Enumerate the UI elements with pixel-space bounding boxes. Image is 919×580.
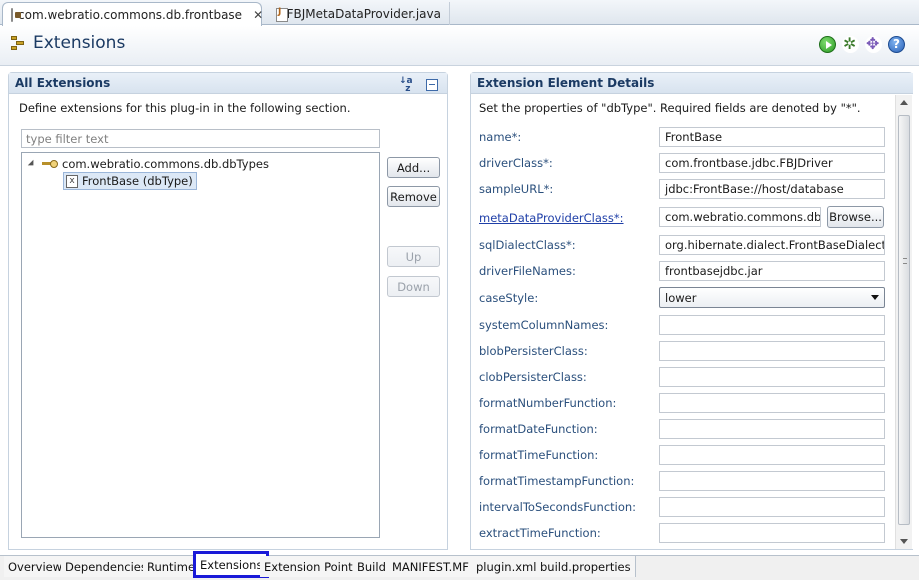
field-label-format-timestamp-function: formatTimestampFunction: (479, 474, 635, 488)
sample-url-field[interactable]: jdbc:FrontBase://host/database (659, 179, 885, 199)
case-style-select[interactable]: lower (659, 287, 885, 308)
extract-time-function-field[interactable] (659, 523, 885, 543)
tree-item-extension[interactable]: com.webratio.commons.db.dbTypes (27, 157, 269, 171)
tab-overview[interactable]: Overview (4, 556, 68, 577)
section-header: Extension Element Details (471, 73, 913, 94)
field-label-clob-persister-class: clobPersisterClass: (479, 370, 587, 384)
page-title: Extensions (10, 33, 125, 53)
collapse-all-icon[interactable] (426, 79, 438, 91)
tab-build-properties[interactable]: build.properties (536, 556, 636, 577)
sql-dialect-class-field[interactable]: org.hibernate.dialect.FrontBaseDialect (659, 235, 885, 255)
tab-dependencies[interactable]: Dependencies (61, 556, 152, 577)
field-label-sql-dialect-class: sqlDialectClass*: (479, 238, 576, 252)
filter-input[interactable] (21, 129, 380, 148)
section-description: Define extensions for this plug-in in th… (19, 101, 351, 115)
format-number-function-field[interactable] (659, 393, 885, 413)
field-label-format-number-function: formatNumberFunction: (479, 396, 617, 410)
extension-point-icon (42, 159, 58, 169)
section-title: All Extensions (15, 76, 111, 90)
editor-tab-label: com.webratio.commons.db.frontbase (18, 7, 243, 22)
format-timestamp-function-field[interactable] (659, 471, 885, 491)
scroll-up-icon[interactable] (900, 100, 908, 105)
tab-extensions[interactable]: Extensions (193, 551, 270, 578)
tree-item-label: FrontBase (dbType) (82, 174, 193, 188)
system-column-names-field[interactable] (659, 315, 885, 335)
field-label-extract-time-function: extractTimeFunction: (479, 526, 601, 540)
down-button[interactable]: Down (387, 276, 440, 297)
metadata-provider-class-field[interactable]: com.webratio.commons.db.f (659, 207, 821, 227)
format-date-function-field[interactable] (659, 419, 885, 439)
field-label-format-date-function: formatDateFunction: (479, 422, 598, 436)
field-label-system-column-names: systemColumnNames: (479, 318, 609, 332)
section-header: All Extensions ↓a z (9, 73, 447, 94)
extension-element-details-section: Extension Element Details Set the proper… (470, 72, 913, 550)
format-time-function-field[interactable] (659, 445, 885, 465)
extensions-tree[interactable]: com.webratio.commons.db.dbTypes x FrontB… (21, 152, 380, 538)
editor-tab-plugin-manifest[interactable]: com.webratio.commons.db.frontbase ✕ (2, 2, 263, 26)
tree-item-label: com.webratio.commons.db.dbTypes (62, 157, 269, 171)
interval-to-seconds-function-field[interactable] (659, 497, 885, 517)
page-title-text: Extensions (33, 33, 126, 53)
driver-class-field[interactable]: com.frontbase.jdbc.FBJDriver (659, 153, 885, 173)
field-label-driver-file-names: driverFileNames: (479, 264, 576, 278)
header-actions: ? (819, 34, 905, 53)
editor-tab-strip: com.webratio.commons.db.frontbase ✕ FBJM… (0, 0, 919, 26)
driver-file-names-field[interactable]: frontbasejdbc.jar (659, 261, 885, 281)
metadata-provider-class-link[interactable]: metaDataProviderClass*: (479, 211, 624, 225)
plugin-manifest-icon (11, 7, 21, 22)
debug-icon[interactable] (842, 34, 859, 53)
vertical-scrollbar[interactable] (895, 95, 912, 549)
tab-extension-points[interactable]: Extension Points (260, 556, 364, 577)
blob-persister-class-field[interactable] (659, 341, 885, 361)
up-button[interactable]: Up (387, 246, 440, 267)
element-icon: x (66, 174, 78, 188)
all-extensions-section: All Extensions ↓a z Define extensions fo… (8, 72, 448, 550)
chevron-down-icon (871, 295, 879, 300)
field-label-name: name*: (479, 130, 522, 144)
field-label-driver-class: driverClass*: (479, 156, 553, 170)
tree-item-element-selected[interactable]: x FrontBase (dbType) (63, 172, 197, 190)
editor-tab-java-file[interactable]: FBJMetaDataProvider.java (266, 2, 450, 25)
field-label-blob-persister-class: blobPersisterClass: (479, 344, 588, 358)
section-description: Set the properties of "dbType". Required… (479, 101, 861, 115)
extensions-icon (10, 35, 26, 51)
scroll-down-icon[interactable] (900, 539, 908, 544)
field-label-sample-url: sampleURL*: (479, 182, 554, 196)
tab-plugin-xml[interactable]: plugin.xml (472, 556, 542, 577)
tab-runtime[interactable]: Runtime (143, 556, 201, 577)
field-label-interval-to-seconds-function: intervalToSecondsFunction: (479, 500, 637, 514)
form-header: Extensions ? (0, 26, 919, 66)
extension-wizard-icon[interactable] (865, 34, 882, 53)
remove-button[interactable]: Remove (387, 186, 440, 207)
clob-persister-class-field[interactable] (659, 367, 885, 387)
run-icon[interactable] (819, 36, 836, 53)
tab-manifest-mf[interactable]: MANIFEST.MF (388, 556, 474, 577)
browse-button[interactable]: Browse... (827, 206, 884, 228)
expand-toggle-icon[interactable] (27, 159, 37, 169)
case-style-selected-value: lower (665, 291, 697, 305)
scrollbar-thumb[interactable] (898, 115, 910, 525)
close-icon[interactable]: ✕ (253, 8, 263, 22)
editor-tab-label: FBJMetaDataProvider.java (286, 6, 441, 21)
tab-build[interactable]: Build (353, 556, 391, 577)
help-icon[interactable]: ? (888, 36, 905, 53)
section-title: Extension Element Details (477, 76, 655, 90)
editor-page-tabs: Overview Dependencies Runtime Extensions… (0, 551, 919, 580)
field-label-case-style: caseStyle: (479, 291, 539, 305)
name-field[interactable]: FrontBase (659, 127, 885, 147)
field-label-format-time-function: formatTimeFunction: (479, 448, 599, 462)
java-file-icon (274, 7, 288, 22)
add-button[interactable]: Add... (387, 157, 440, 178)
sort-alphabetically-icon[interactable]: ↓a z (399, 77, 415, 94)
